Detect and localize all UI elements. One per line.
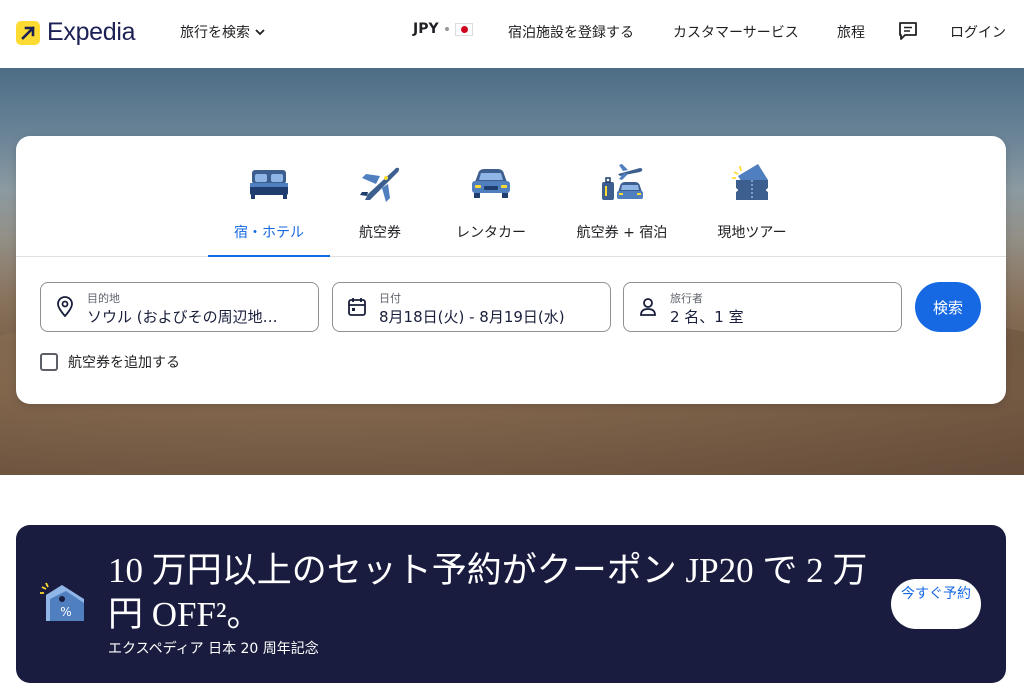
promo-title: 10 万円以上のセット予約がクーポン JP20 で 2 万円 OFF²。 [108, 551, 868, 634]
customer-service-link[interactable]: カスタマーサービス [673, 22, 799, 42]
separator-dot [444, 27, 449, 31]
currency-selector[interactable]: JPY [413, 21, 473, 37]
expedia-logo-mark-icon [16, 20, 40, 45]
dates-label: 日付 [379, 292, 401, 305]
tab-activities-label: 現地ツアー [717, 225, 787, 241]
japan-flag-icon [454, 22, 473, 36]
logo-text: Expedia [47, 18, 136, 46]
destination-label: 目的地 [87, 292, 120, 305]
destination-value: ソウル (およびその周辺地… [87, 308, 278, 326]
ticket-icon [732, 164, 768, 200]
destination-field[interactable]: 目的地 ソウル (およびその周辺地… [40, 282, 319, 332]
location-pin-icon [57, 296, 73, 318]
search-menu-label: 旅行を検索 [180, 25, 250, 41]
currency-label: JPY [413, 21, 439, 37]
tab-activities[interactable]: 現地ツアー [691, 162, 813, 257]
calendar-icon [348, 298, 366, 316]
travelers-value: 2 名、1 室 [670, 308, 744, 326]
search-menu-button[interactable]: 旅行を検索 [180, 22, 266, 42]
expedia-logo[interactable]: Expedia [16, 18, 136, 47]
chevron-down-icon [255, 29, 265, 36]
person-icon [640, 298, 656, 316]
tab-cars[interactable]: レンタカー [430, 162, 552, 257]
search-card: 宿・ホテル 航空券 レンタカー 航空券 + 宿泊 現地ツアー 目的地 ソウル (… [16, 136, 1006, 404]
login-link[interactable]: ログイン [950, 22, 1006, 42]
top-nav: Expedia 旅行を検索 JPY 宿泊施設を登録する カスタマーサービス 旅程… [0, 0, 1024, 68]
discount-tag-icon: % [40, 582, 84, 621]
list-property-link[interactable]: 宿泊施設を登録する [508, 22, 634, 42]
book-now-button[interactable]: 今すぐ予約 [891, 579, 981, 629]
promo-banner: % 10 万円以上のセット予約がクーポン JP20 で 2 万円 OFF²。 エ… [16, 525, 1006, 683]
travelers-label: 旅行者 [670, 292, 703, 305]
search-button[interactable]: 検索 [915, 282, 981, 332]
search-tabs: 宿・ホテル 航空券 レンタカー 航空券 + 宿泊 現地ツアー [16, 136, 1006, 257]
svg-text:%: % [60, 605, 71, 619]
trips-link[interactable]: 旅程 [837, 22, 865, 42]
tab-cars-label: レンタカー [456, 225, 526, 241]
add-flight-option[interactable]: 航空券を追加する [40, 352, 180, 372]
tab-flights[interactable]: 航空券 [319, 162, 441, 257]
airplane-icon [360, 167, 400, 202]
add-flight-label: 航空券を追加する [68, 355, 180, 371]
tab-flights-label: 航空券 [359, 225, 401, 241]
dates-field[interactable]: 日付 8月18日(火) - 8月19日(水) [332, 282, 611, 332]
bed-icon [250, 170, 288, 199]
travelers-field[interactable]: 旅行者 2 名、1 室 [623, 282, 902, 332]
promo-subtitle: エクスペディア 日本 20 周年記念 [108, 641, 319, 657]
plane-luggage-car-icon [602, 164, 643, 200]
dates-value: 8月18日(火) - 8月19日(水) [379, 308, 565, 326]
car-icon [472, 169, 510, 198]
chat-icon[interactable] [897, 20, 919, 42]
tab-stays[interactable]: 宿・ホテル [208, 162, 330, 257]
add-flight-checkbox[interactable] [40, 353, 58, 371]
tab-stays-label: 宿・ホテル [234, 225, 304, 241]
tab-packages[interactable]: 航空券 + 宿泊 [560, 162, 684, 257]
tab-packages-label: 航空券 + 宿泊 [576, 225, 668, 241]
